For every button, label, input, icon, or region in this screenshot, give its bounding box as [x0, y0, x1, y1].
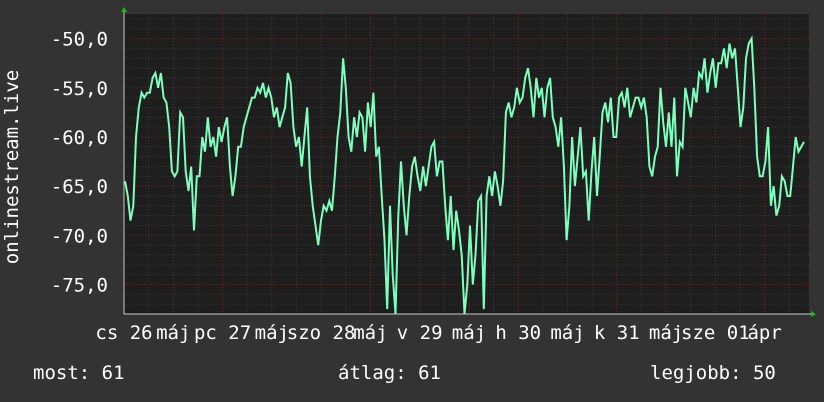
average-value: átlag: 61 — [338, 362, 441, 384]
x-tick-label: máj — [649, 322, 683, 344]
y-tick-label: -55,0 — [51, 78, 108, 100]
y-axis-label: onlinestream.live — [1, 70, 23, 264]
x-tick-label: máj — [353, 322, 387, 344]
y-tick-label: -60,0 — [51, 127, 108, 149]
x-axis-ticks: cs 26 máj pc 27 májszo 28máj v 29 máj h 30 máj k… — [95, 322, 781, 344]
current-value: most: 61 — [33, 362, 125, 384]
x-tick-label: máj — [156, 322, 190, 344]
x-tick-label: h 30 — [495, 322, 541, 344]
best-value: legjobb: 50 — [650, 362, 776, 384]
y-axis-ticks: -50,0 -55,0 -60,0 -65,0 -70,0 -75,0 — [51, 29, 108, 297]
plot-area — [124, 14, 809, 314]
x-axis-arrow — [811, 311, 816, 317]
x-tick-label: v 29 — [397, 322, 443, 344]
x-tick-label: máj — [550, 322, 584, 344]
x-tick-label: szo 28 — [287, 322, 356, 344]
stats-bar: most: 61 átlag: 61 legjobb: 50 — [0, 362, 824, 390]
x-tick-label: pc 27 — [194, 322, 251, 344]
x-tick-label: sze 01 — [681, 322, 750, 344]
y-axis-arrow — [121, 7, 127, 12]
y-tick-label: -50,0 — [51, 29, 108, 51]
y-tick-label: -75,0 — [51, 274, 108, 296]
y-tick-label: -65,0 — [51, 176, 108, 198]
y-tick-label: -70,0 — [51, 225, 108, 247]
x-tick-label: máj — [452, 322, 486, 344]
line-chart: -50,0-55,0-60,0-65,0-70,0-75,0 cs 26 máj p… — [1, 7, 816, 344]
x-tick-label: k 31 — [594, 322, 640, 344]
x-tick-label: máj — [255, 322, 289, 344]
x-tick-label: ápr — [747, 322, 781, 344]
x-tick-label: cs 26 — [95, 322, 152, 344]
